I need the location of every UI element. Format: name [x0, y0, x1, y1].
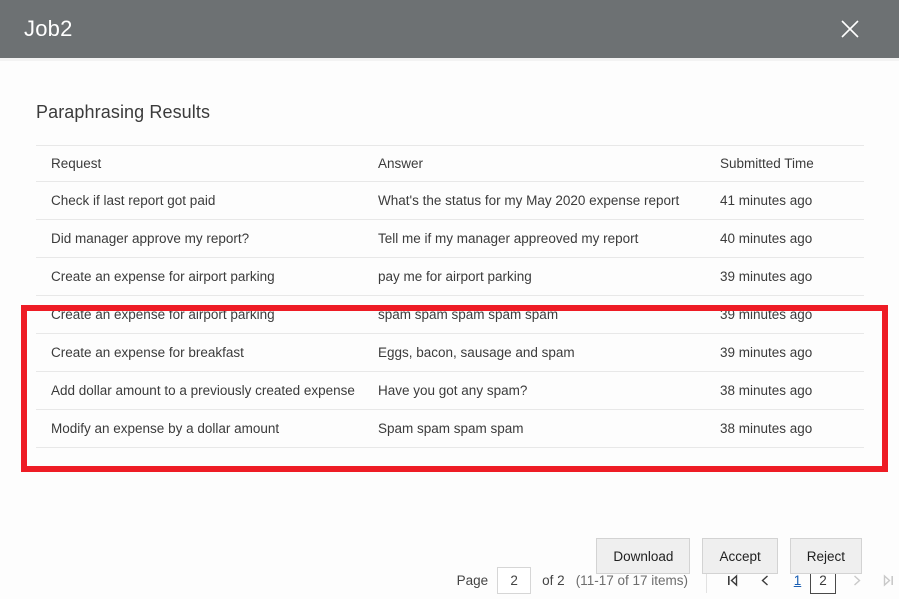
- cell-submitted-time: 38 minutes ago: [718, 383, 864, 398]
- pagination-total-pages: of 2: [542, 573, 565, 588]
- cell-answer: Tell me if my manager appreoved my repor…: [376, 231, 718, 246]
- pagination-item-range: (11-17 of 17 items): [576, 573, 688, 588]
- last-page-icon: [877, 567, 899, 594]
- cell-answer: Have you got any spam?: [376, 383, 718, 398]
- cell-answer: What's the status for my May 2020 expens…: [376, 193, 718, 208]
- download-button[interactable]: Download: [596, 538, 690, 574]
- column-header-answer: Answer: [376, 156, 718, 171]
- table-row[interactable]: Add dollar amount to a previously create…: [36, 372, 864, 410]
- dialog-actions: Download Accept Reject: [596, 538, 862, 574]
- cell-answer: Eggs, bacon, sausage and spam: [376, 345, 718, 360]
- cell-submitted-time: 39 minutes ago: [718, 269, 864, 284]
- cell-request: Add dollar amount to a previously create…: [36, 383, 376, 398]
- table-row[interactable]: Did manager approve my report? Tell me i…: [36, 220, 864, 258]
- cell-answer: Spam spam spam spam: [376, 421, 718, 436]
- cell-submitted-time: 41 minutes ago: [718, 193, 864, 208]
- page-title: Paraphrasing Results: [36, 102, 210, 123]
- dialog-window: Job2 Paraphrasing Results Request Answer…: [0, 0, 899, 599]
- cell-answer: pay me for airport parking: [376, 269, 718, 284]
- table-row[interactable]: Check if last report got paid What's the…: [36, 182, 864, 220]
- cell-answer: spam spam spam spam spam: [376, 307, 718, 322]
- results-table: Request Answer Submitted Time Check if l…: [36, 145, 864, 448]
- cell-submitted-time: 39 minutes ago: [718, 345, 864, 360]
- dialog-body: Paraphrasing Results Request Answer Subm…: [0, 61, 899, 599]
- column-header-request: Request: [36, 156, 376, 171]
- table-row[interactable]: Create an expense for airport parking sp…: [36, 296, 864, 334]
- close-icon[interactable]: [833, 12, 867, 46]
- cell-request: Check if last report got paid: [36, 193, 376, 208]
- dialog-titlebar: Job2: [0, 0, 899, 58]
- pagination-page-label: Page: [457, 573, 489, 588]
- cell-request: Did manager approve my report?: [36, 231, 376, 246]
- cell-submitted-time: 39 minutes ago: [718, 307, 864, 322]
- accept-button[interactable]: Accept: [702, 538, 777, 574]
- cell-request: Create an expense for breakfast: [36, 345, 376, 360]
- table-header-row: Request Answer Submitted Time: [36, 146, 864, 182]
- table-row[interactable]: Create an expense for airport parking pa…: [36, 258, 864, 296]
- column-header-submitted-time: Submitted Time: [718, 156, 864, 171]
- table-row[interactable]: Create an expense for breakfast Eggs, ba…: [36, 334, 864, 372]
- cell-submitted-time: 38 minutes ago: [718, 421, 864, 436]
- window-title: Job2: [24, 18, 73, 40]
- cell-submitted-time: 40 minutes ago: [718, 231, 864, 246]
- cell-request: Modify an expense by a dollar amount: [36, 421, 376, 436]
- cell-request: Create an expense for airport parking: [36, 269, 376, 284]
- table-row[interactable]: Modify an expense by a dollar amount Spa…: [36, 410, 864, 448]
- cell-request: Create an expense for airport parking: [36, 307, 376, 322]
- pagination-page-input[interactable]: [497, 567, 531, 594]
- reject-button[interactable]: Reject: [790, 538, 862, 574]
